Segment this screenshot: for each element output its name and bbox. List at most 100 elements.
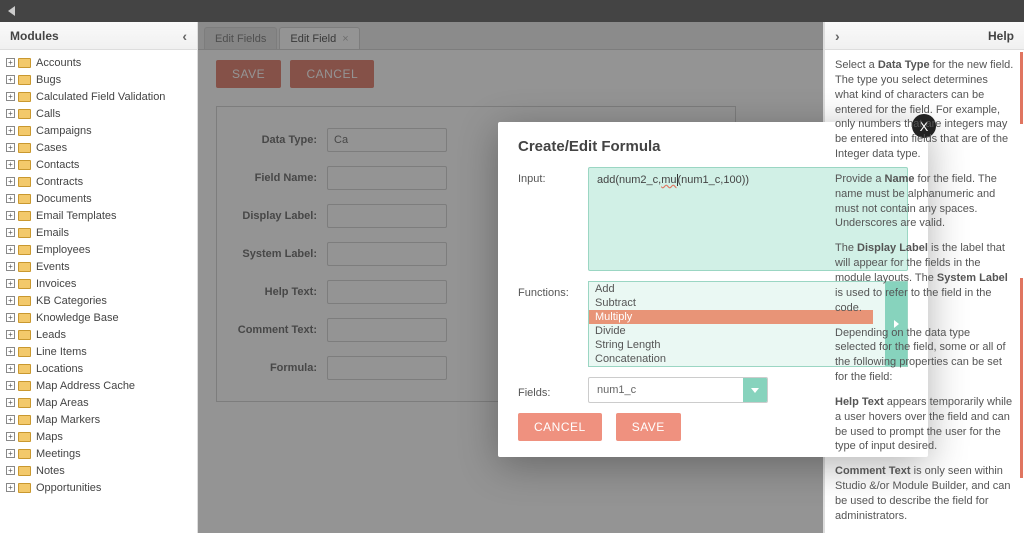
expand-icon[interactable]: + xyxy=(6,194,15,203)
sidebar-item[interactable]: + Line Items xyxy=(6,343,191,360)
expand-icon[interactable]: + xyxy=(6,228,15,237)
sidebar-item[interactable]: + Calls xyxy=(6,105,191,122)
sidebar-item-label: Line Items xyxy=(36,346,87,358)
sidebar-item[interactable]: + Meetings xyxy=(6,445,191,462)
expand-icon[interactable]: + xyxy=(6,313,15,322)
sidebar-item[interactable]: +Email Templates xyxy=(6,207,191,224)
help-paragraph: Depending on the data type selected for … xyxy=(835,326,1014,385)
collapse-left-icon[interactable]: ‹ xyxy=(182,28,187,44)
sidebar-item-label: Cases xyxy=(36,142,67,154)
fields-select-toggle[interactable] xyxy=(743,378,767,402)
expand-icon[interactable]: + xyxy=(6,143,15,152)
sidebar-item[interactable]: +Map Areas xyxy=(6,394,191,411)
modal-cancel-button[interactable]: CANCEL xyxy=(518,413,602,441)
collapse-right-icon[interactable]: › xyxy=(835,28,840,44)
sidebar-item[interactable]: + Map Markers xyxy=(6,411,191,428)
expand-icon[interactable]: + xyxy=(6,347,15,356)
expand-icon[interactable]: + xyxy=(6,92,15,101)
center-panel: Edit FieldsEdit Field× SAVE CANCEL Data … xyxy=(198,22,824,533)
help-accent-icon xyxy=(1020,278,1023,478)
sidebar-item-label: Meetings xyxy=(36,448,81,460)
sidebar-item[interactable]: + Bugs xyxy=(6,71,191,88)
folder-icon xyxy=(18,415,31,425)
sidebar-item[interactable]: +Invoices xyxy=(6,275,191,292)
expand-icon[interactable]: + xyxy=(6,415,15,424)
sidebar-item[interactable]: + Calculated Field Validation xyxy=(6,88,191,105)
expand-icon[interactable]: + xyxy=(6,330,15,339)
folder-icon xyxy=(18,313,31,323)
sidebar-item[interactable]: +Map Address Cache xyxy=(6,377,191,394)
expand-icon[interactable]: + xyxy=(6,262,15,271)
expand-icon[interactable]: + xyxy=(6,245,15,254)
sidebar-item[interactable]: + Events xyxy=(6,258,191,275)
folder-icon xyxy=(18,92,31,102)
sidebar-item[interactable]: +Knowledge Base xyxy=(6,309,191,326)
sidebar-item[interactable]: + Maps xyxy=(6,428,191,445)
help-accent-icon xyxy=(1020,52,1023,124)
expand-icon[interactable]: + xyxy=(6,75,15,84)
folder-icon xyxy=(18,177,31,187)
sidebar-item-label: Calculated Field Validation xyxy=(36,91,165,103)
formula-text-wavy: mu xyxy=(661,174,676,186)
sidebar-item[interactable]: + Locations xyxy=(6,360,191,377)
expand-icon[interactable]: + xyxy=(6,211,15,220)
expand-icon[interactable]: + xyxy=(6,466,15,475)
expand-icon[interactable]: + xyxy=(6,449,15,458)
expand-icon[interactable]: + xyxy=(6,381,15,390)
folder-icon xyxy=(18,58,31,68)
modal-save-button[interactable]: SAVE xyxy=(616,413,681,441)
sidebar-item-label: Contacts xyxy=(36,159,79,171)
help-paragraph: Select a Data Type for the new field. Th… xyxy=(835,58,1014,162)
expand-icon[interactable]: + xyxy=(6,109,15,118)
expand-icon[interactable]: + xyxy=(6,296,15,305)
modules-tree: +Accounts + Bugs + Calculated Field Validati… xyxy=(0,50,197,533)
sidebar-item[interactable]: +Employees xyxy=(6,241,191,258)
sidebar-item-label: Map Markers xyxy=(36,414,100,426)
expand-icon[interactable]: + xyxy=(6,279,15,288)
expand-icon[interactable]: + xyxy=(6,432,15,441)
sidebar-item-label: Bugs xyxy=(36,74,61,86)
back-icon[interactable] xyxy=(8,6,15,16)
expand-icon[interactable]: + xyxy=(6,177,15,186)
sidebar-item[interactable]: + KB Categories xyxy=(6,292,191,309)
expand-icon[interactable]: + xyxy=(6,483,15,492)
folder-icon xyxy=(18,126,31,136)
sidebar-item[interactable]: +Contracts xyxy=(6,173,191,190)
sidebar-item-label: Opportunities xyxy=(36,482,101,494)
folder-icon xyxy=(18,432,31,442)
folder-icon xyxy=(18,330,31,340)
folder-icon xyxy=(18,449,31,459)
sidebar-item-label: Maps xyxy=(36,431,63,443)
expand-icon[interactable]: + xyxy=(6,398,15,407)
sidebar-item[interactable]: +Notes xyxy=(6,462,191,479)
fields-select[interactable]: num1_c xyxy=(588,377,768,403)
folder-icon xyxy=(18,75,31,85)
sidebar-item[interactable]: +Accounts xyxy=(6,54,191,71)
expand-icon[interactable]: + xyxy=(6,160,15,169)
sidebar-item[interactable]: +Leads xyxy=(6,326,191,343)
sidebar-item-label: KB Categories xyxy=(36,295,107,307)
folder-icon xyxy=(18,279,31,289)
sidebar-item-label: Calls xyxy=(36,108,60,120)
expand-icon[interactable]: + xyxy=(6,364,15,373)
folder-icon xyxy=(18,381,31,391)
sidebar-item-label: Events xyxy=(36,261,70,273)
sidebar-item[interactable]: + Opportunities xyxy=(6,479,191,496)
help-panel: › Help Select a Data Type for the new fi… xyxy=(824,22,1024,533)
sidebar-item[interactable]: + Cases xyxy=(6,139,191,156)
sidebar-item[interactable]: + Contacts xyxy=(6,156,191,173)
sidebar-item[interactable]: +Emails xyxy=(6,224,191,241)
folder-icon xyxy=(18,262,31,272)
fields-label: Fields: xyxy=(518,381,588,399)
help-paragraph: Comment Text is only seen within Studio … xyxy=(835,464,1014,523)
folder-icon xyxy=(18,109,31,119)
sidebar-item[interactable]: +Documents xyxy=(6,190,191,207)
sidebar-item-label: Campaigns xyxy=(36,125,92,137)
folder-icon xyxy=(18,194,31,204)
expand-icon[interactable]: + xyxy=(6,126,15,135)
sidebar-item-label: Locations xyxy=(36,363,83,375)
topbar xyxy=(0,0,1024,22)
folder-icon xyxy=(18,347,31,357)
sidebar-item[interactable]: + Campaigns xyxy=(6,122,191,139)
expand-icon[interactable]: + xyxy=(6,58,15,67)
